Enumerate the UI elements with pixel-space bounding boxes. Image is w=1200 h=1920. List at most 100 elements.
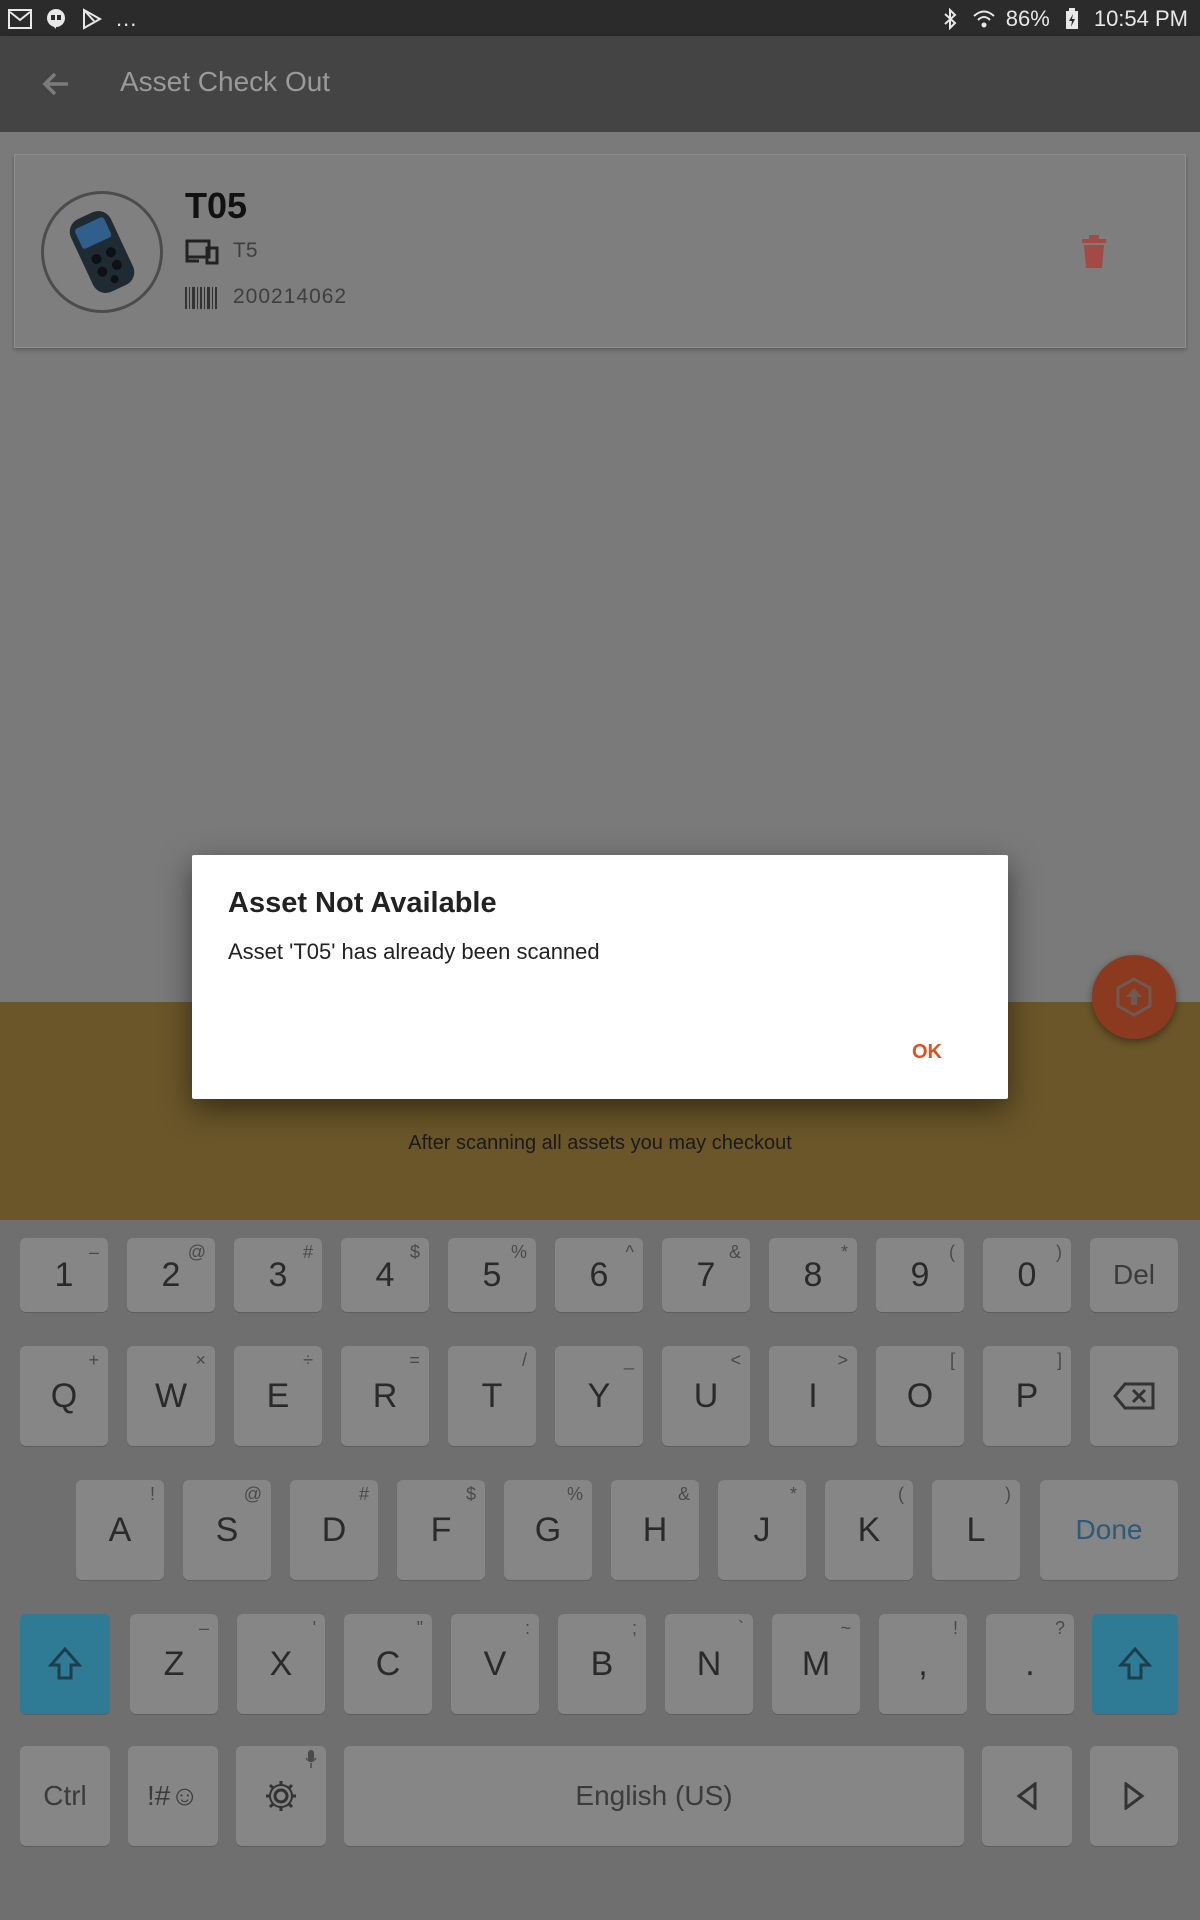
key-row2-2[interactable]: E ÷: [234, 1346, 322, 1446]
key-row2-6[interactable]: U <: [662, 1346, 750, 1446]
key-row1-9[interactable]: 0): [983, 1238, 1071, 1312]
key-row2-7[interactable]: I >: [769, 1346, 857, 1446]
key-secondary-label: :: [524, 1618, 530, 1638]
key-label: V: [483, 1644, 507, 1683]
ok-button[interactable]: OK: [912, 1041, 942, 1064]
key-row2-9[interactable]: P]: [983, 1346, 1071, 1446]
wifi-icon: [972, 8, 996, 30]
key-row4-3[interactable]: V:: [451, 1614, 539, 1714]
key-secondary-label: /: [521, 1350, 527, 1370]
key-row4-4[interactable]: B;: [558, 1614, 646, 1714]
key-secondary-label: =: [409, 1350, 420, 1370]
key-secondary-label: ': [312, 1618, 316, 1638]
backspace-key[interactable]: [1090, 1346, 1178, 1446]
devices-icon: [185, 239, 219, 265]
key-row1-2[interactable]: 3 #: [234, 1238, 322, 1312]
key-row4-7[interactable]: ,!: [879, 1614, 967, 1714]
notification-icons: ...: [8, 6, 137, 32]
key-secondary-label: ^: [625, 1242, 634, 1262]
key-row1-6[interactable]: 7 &: [662, 1238, 750, 1312]
key-row2-5[interactable]: Y _: [555, 1346, 643, 1446]
key-label: J: [753, 1510, 771, 1549]
key-row3-0[interactable]: A!: [76, 1480, 164, 1580]
key-label: X: [269, 1644, 293, 1683]
key-row3-5[interactable]: H &: [611, 1480, 699, 1580]
key-label: S: [215, 1510, 239, 1549]
checkout-hint: After scanning all assets you may checko…: [408, 1132, 792, 1154]
asset-card[interactable]: T05 T5 200214062: [14, 154, 1186, 348]
back-arrow-icon[interactable]: [38, 66, 74, 102]
key-row3-1[interactable]: S @: [183, 1480, 271, 1580]
hangouts-icon: [44, 8, 68, 30]
key-row1-4[interactable]: 5%: [448, 1238, 536, 1312]
shift-key-right[interactable]: [1092, 1614, 1178, 1714]
key-secondary-label: >: [837, 1350, 848, 1370]
key-secondary-label: _: [623, 1350, 634, 1370]
key-secondary-label: !: [952, 1618, 958, 1638]
key-row4-6[interactable]: M ~: [772, 1614, 860, 1714]
checkout-fab[interactable]: [1092, 955, 1176, 1039]
key-row3-3[interactable]: F $: [397, 1480, 485, 1580]
delete-key[interactable]: Del: [1090, 1238, 1178, 1312]
key-row3-6[interactable]: J *: [718, 1480, 806, 1580]
key-label: 6: [589, 1255, 609, 1294]
cursor-left-key[interactable]: [982, 1746, 1072, 1846]
key-secondary-label: ): [1056, 1242, 1062, 1262]
key-row4-2[interactable]: C ": [344, 1614, 432, 1714]
key-label: B: [590, 1644, 614, 1683]
key-row2-0[interactable]: Q +: [20, 1346, 108, 1446]
key-row1-8[interactable]: 9(: [876, 1238, 964, 1312]
key-row1-0[interactable]: 1–: [20, 1238, 108, 1312]
key-row3-7[interactable]: K(: [825, 1480, 913, 1580]
backspace-icon: [1113, 1382, 1155, 1410]
key-row2-3[interactable]: R =: [341, 1346, 429, 1446]
key-label: Z: [163, 1644, 185, 1683]
key-row3-4[interactable]: G%: [504, 1480, 592, 1580]
key-row4-0[interactable]: Z –: [130, 1614, 218, 1714]
triangle-right-icon: [1124, 1782, 1145, 1810]
asset-name: T05: [185, 185, 248, 226]
asset-thumbnail: [41, 191, 163, 313]
space-key[interactable]: English (US): [344, 1746, 964, 1846]
key-row2-8[interactable]: O[: [876, 1346, 964, 1446]
done-key[interactable]: Done: [1040, 1480, 1178, 1580]
key-row4-1[interactable]: X ': [237, 1614, 325, 1714]
key-row1-5[interactable]: 6 ^: [555, 1238, 643, 1312]
status-bar: ... 86% 10:54 PM: [0, 0, 1200, 36]
key-label: P: [1015, 1376, 1039, 1415]
key-secondary-label: ÷: [303, 1350, 313, 1370]
key-label: 3: [268, 1255, 288, 1294]
cursor-right-key[interactable]: [1090, 1746, 1178, 1846]
key-secondary-label: %: [510, 1242, 527, 1262]
symbols-key[interactable]: !#☺: [128, 1746, 218, 1846]
asset-not-available-dialog: Asset Not Available Asset 'T05' has alre…: [192, 855, 1008, 1099]
key-secondary-label: `: [738, 1618, 744, 1638]
trash-icon[interactable]: [1079, 235, 1109, 269]
key-row2-1[interactable]: W ×: [127, 1346, 215, 1446]
key-secondary-label: ;: [631, 1618, 637, 1638]
key-row1-1[interactable]: 2 @: [127, 1238, 215, 1312]
key-label: 2: [161, 1255, 181, 1294]
key-row4-5[interactable]: N `: [665, 1614, 753, 1714]
key-label: 1: [54, 1255, 74, 1294]
key-row3-8[interactable]: L): [932, 1480, 1020, 1580]
key-label: I: [808, 1376, 818, 1415]
key-row4-8[interactable]: .?: [986, 1614, 1074, 1714]
key-secondary-label: ×: [195, 1350, 206, 1370]
key-label: N: [696, 1644, 722, 1683]
upload-hexagon-icon: [1116, 977, 1152, 1017]
dialog-title: Asset Not Available: [228, 887, 497, 919]
ctrl-key[interactable]: Ctrl: [20, 1746, 110, 1846]
key-label: 4: [375, 1255, 395, 1294]
key-row1-3[interactable]: 4 $: [341, 1238, 429, 1312]
battery-charging-icon: [1060, 8, 1084, 30]
key-row2-4[interactable]: T /: [448, 1346, 536, 1446]
shift-key-left[interactable]: [20, 1614, 110, 1714]
key-row3-2[interactable]: D #: [290, 1480, 378, 1580]
key-secondary-label: #: [302, 1242, 313, 1262]
key-label: H: [642, 1510, 668, 1549]
key-row1-7[interactable]: 8 *: [769, 1238, 857, 1312]
settings-key[interactable]: [236, 1746, 326, 1846]
key-label: C: [375, 1644, 401, 1683]
key-label: 7: [696, 1255, 716, 1294]
